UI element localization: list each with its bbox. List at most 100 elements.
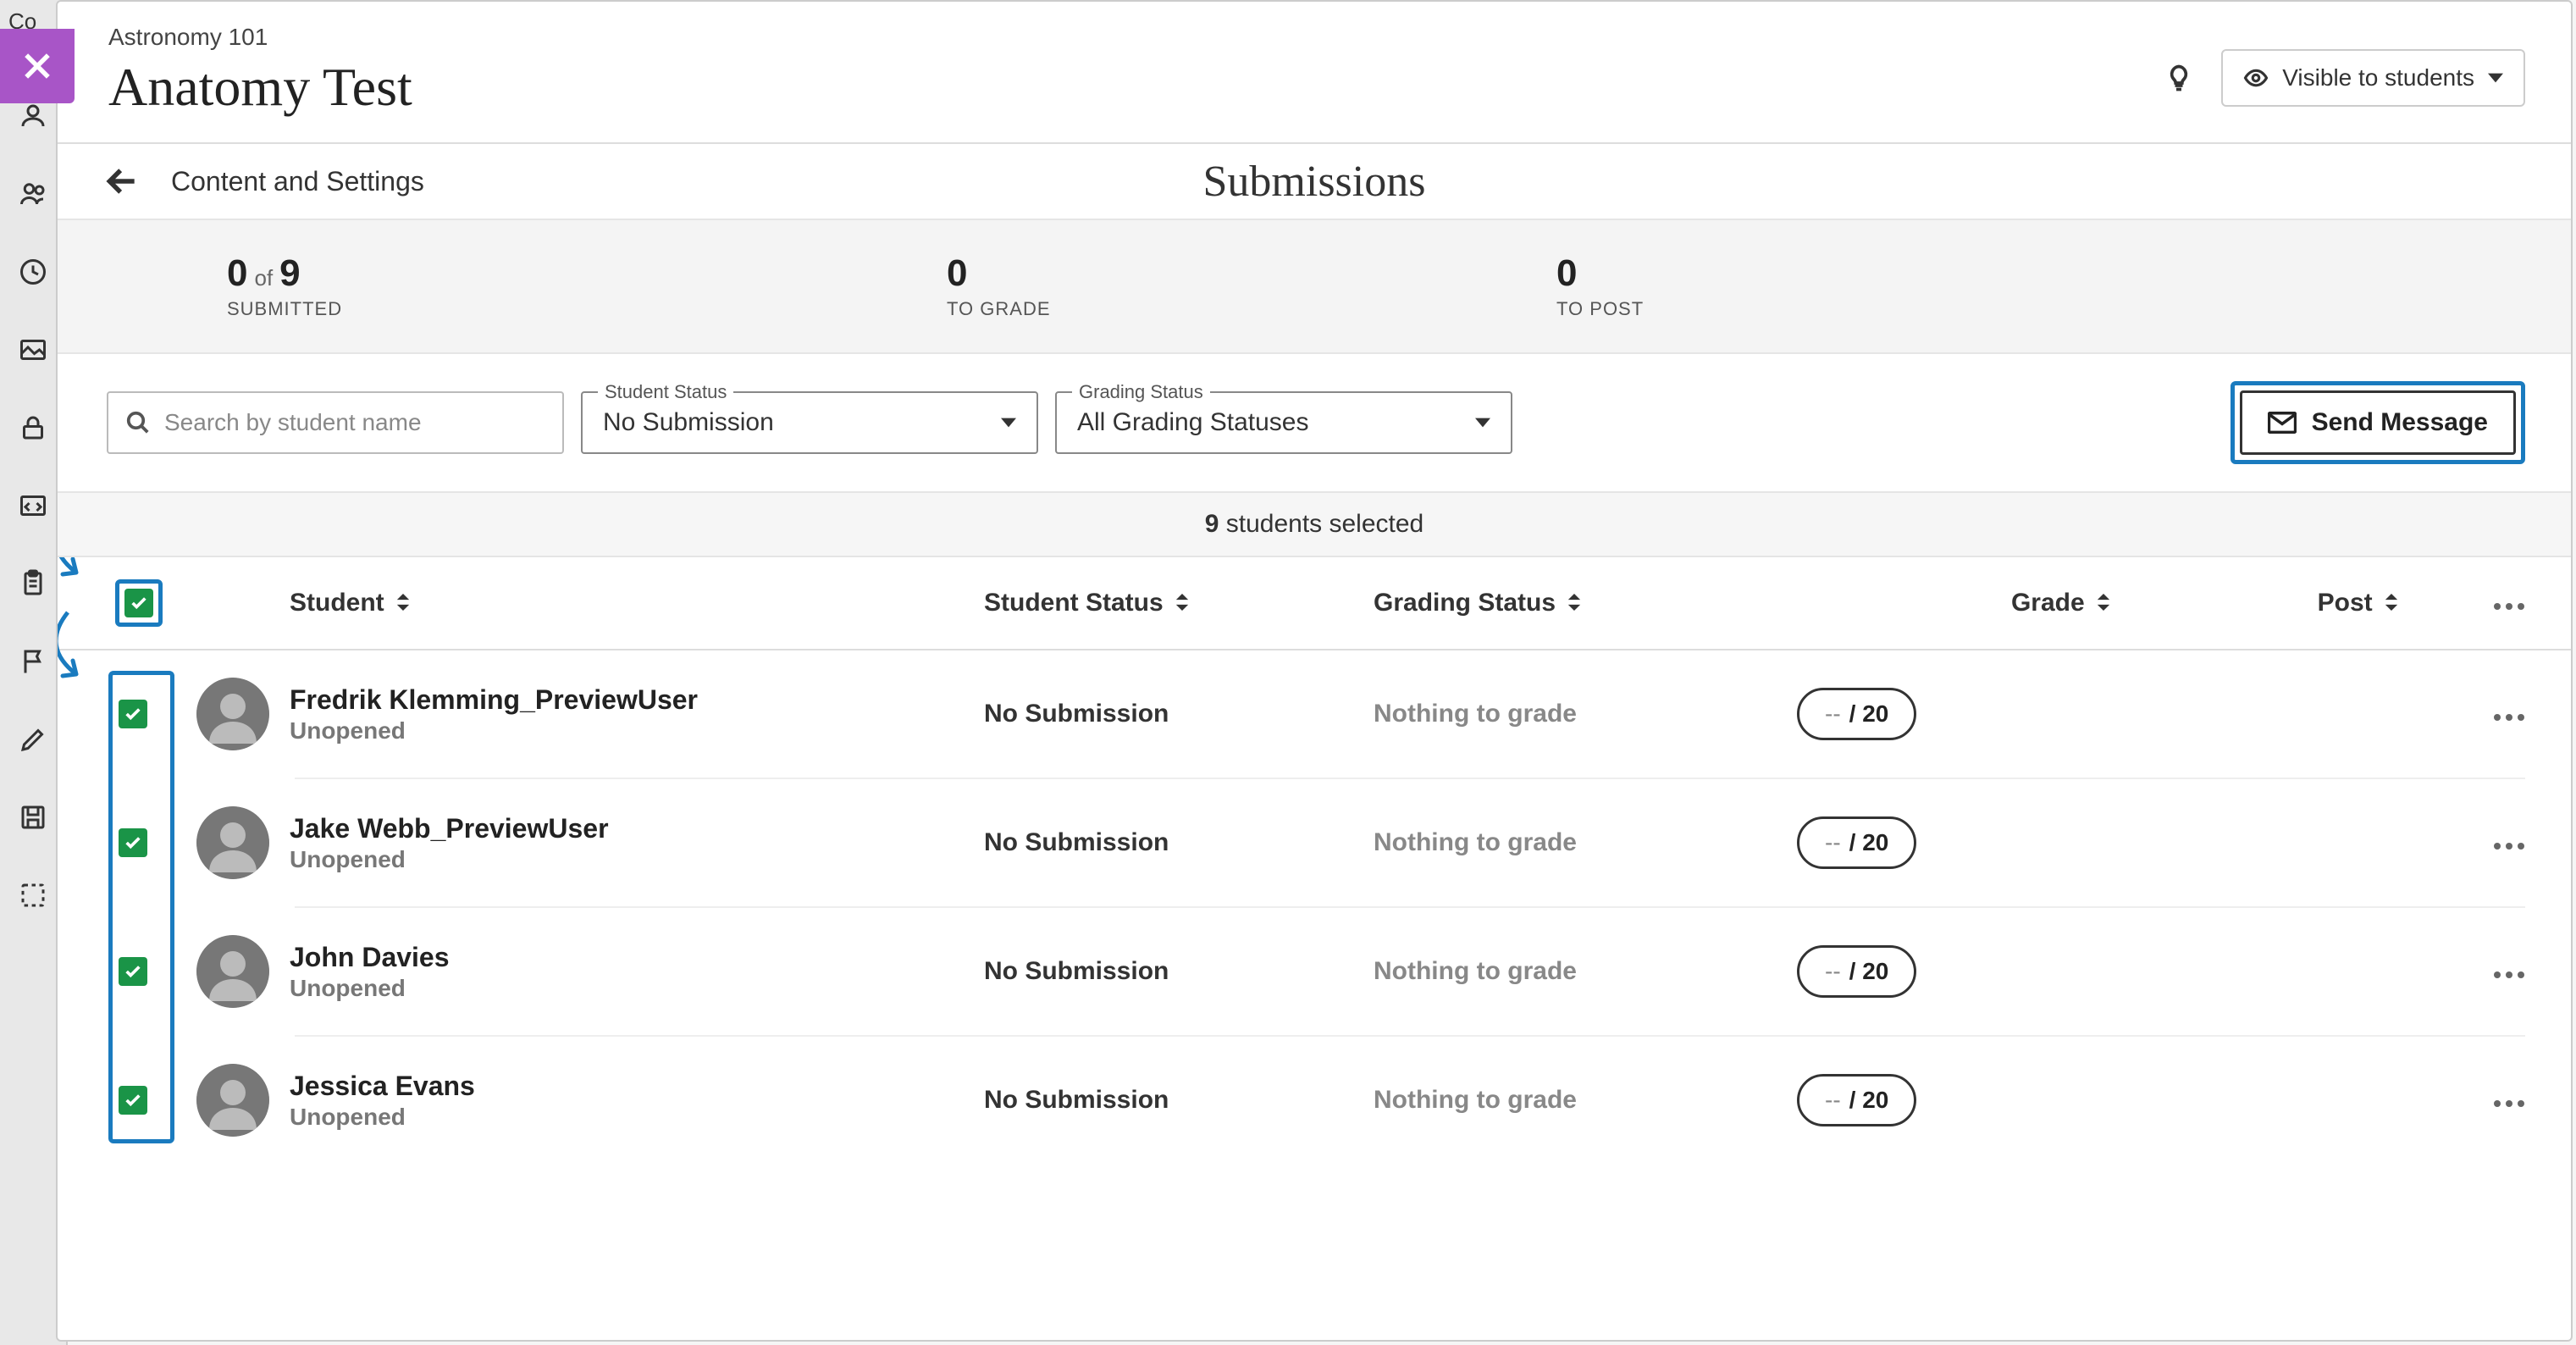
row-more-button[interactable] bbox=[2398, 828, 2525, 857]
clock-icon[interactable] bbox=[16, 255, 50, 289]
dashed-box-icon[interactable] bbox=[16, 878, 50, 912]
image-icon[interactable] bbox=[16, 333, 50, 367]
select-all-highlight bbox=[115, 579, 163, 627]
arrow-left-icon bbox=[103, 163, 141, 200]
sort-icon bbox=[2385, 589, 2398, 617]
flag-icon[interactable] bbox=[16, 645, 50, 678]
student-status: No Submission bbox=[984, 1086, 1374, 1115]
to-grade-label: TO GRADE bbox=[947, 298, 1556, 320]
student-name[interactable]: John Davies bbox=[290, 942, 984, 973]
close-button[interactable] bbox=[0, 29, 75, 103]
col-post-header[interactable]: Post bbox=[2178, 589, 2398, 617]
selected-count: 9 bbox=[1205, 510, 1219, 538]
table-row: Jessica Evans Unopened No Submission Not… bbox=[58, 1037, 2571, 1164]
submitted-label: SUBMITTED bbox=[227, 298, 947, 320]
row-more-button[interactable] bbox=[2398, 1086, 2525, 1115]
code-icon[interactable] bbox=[16, 489, 50, 523]
student-status: No Submission bbox=[984, 700, 1374, 728]
grade-value: -- bbox=[1825, 958, 1841, 985]
grade-value: -- bbox=[1825, 1087, 1841, 1114]
to-post-label: TO POST bbox=[1556, 298, 1644, 320]
student-substatus: Unopened bbox=[290, 846, 984, 873]
save-icon[interactable] bbox=[16, 800, 50, 834]
col-grade-header[interactable]: Grade bbox=[1772, 589, 2178, 617]
col-student-header[interactable]: Student bbox=[290, 589, 984, 617]
grade-pill[interactable]: -- / 20 bbox=[1797, 816, 1916, 869]
page-title: Submissions bbox=[1203, 157, 1426, 207]
student-status: No Submission bbox=[984, 957, 1374, 986]
student-substatus: Unopened bbox=[290, 975, 984, 1002]
student-name[interactable]: Jessica Evans bbox=[290, 1071, 984, 1102]
sort-icon bbox=[396, 589, 410, 617]
table-header-row: Student Student Status Grading Status Gr… bbox=[58, 557, 2571, 650]
avatar bbox=[196, 935, 269, 1008]
student-status-value: No Submission bbox=[603, 408, 1001, 437]
selected-suffix: students selected bbox=[1219, 510, 1423, 538]
eye-icon bbox=[2243, 65, 2269, 91]
course-name: Astronomy 101 bbox=[108, 24, 412, 51]
users-icon[interactable] bbox=[16, 177, 50, 211]
edit-icon[interactable] bbox=[16, 722, 50, 756]
row-more-button[interactable] bbox=[2398, 700, 2525, 728]
selected-bar: 9 students selected bbox=[58, 491, 2571, 557]
check-icon bbox=[130, 594, 148, 612]
table-row: Fredrik Klemming_PreviewUser Unopened No… bbox=[58, 650, 2571, 778]
send-message-highlight: Send Message bbox=[2231, 381, 2525, 464]
student-status: No Submission bbox=[984, 828, 1374, 857]
grade-separator: / 20 bbox=[1849, 958, 1889, 985]
grading-status: Nothing to grade bbox=[1374, 828, 1577, 856]
caret-down-icon bbox=[1001, 415, 1016, 430]
student-status-legend: Student Status bbox=[598, 381, 733, 403]
send-message-button[interactable]: Send Message bbox=[2240, 390, 2516, 455]
submissions-table: Student Student Status Grading Status Gr… bbox=[58, 557, 2571, 1340]
back-label: Content and Settings bbox=[171, 166, 424, 197]
search-icon bbox=[125, 410, 151, 435]
grading-status-legend: Grading Status bbox=[1072, 381, 1210, 403]
col-status-header[interactable]: Student Status bbox=[984, 589, 1374, 617]
to-post-count: 0 bbox=[1556, 252, 1644, 295]
row-more-button[interactable] bbox=[2398, 957, 2525, 986]
stat-to-grade: 0 TO GRADE bbox=[947, 252, 1556, 320]
student-name[interactable]: Fredrik Klemming_PreviewUser bbox=[290, 684, 984, 716]
clipboard-icon[interactable] bbox=[16, 567, 50, 601]
grade-pill[interactable]: -- / 20 bbox=[1797, 688, 1916, 740]
annotation-arrow-2 bbox=[58, 608, 102, 697]
student-status-select[interactable]: Student Status No Submission bbox=[581, 391, 1038, 454]
grading-status: Nothing to grade bbox=[1374, 957, 1577, 985]
search-input[interactable] bbox=[164, 409, 545, 436]
grade-pill[interactable]: -- / 20 bbox=[1797, 945, 1916, 998]
user-icon[interactable] bbox=[16, 99, 50, 133]
visibility-label: Visible to students bbox=[2282, 64, 2474, 91]
visibility-dropdown[interactable]: Visible to students bbox=[2221, 49, 2525, 107]
grade-separator: / 20 bbox=[1849, 1087, 1889, 1114]
annotation-arrow-1 bbox=[58, 557, 102, 595]
grading-status-select[interactable]: Grading Status All Grading Statuses bbox=[1055, 391, 1512, 454]
grading-status: Nothing to grade bbox=[1374, 700, 1577, 728]
table-row: John Davies Unopened No Submission Nothi… bbox=[58, 908, 2571, 1035]
submitted-of: of bbox=[254, 265, 273, 291]
submitted-total: 9 bbox=[279, 252, 300, 295]
col-grading-header[interactable]: Grading Status bbox=[1374, 589, 1772, 617]
avatar bbox=[196, 678, 269, 750]
stats-bar: 0 of 9 SUBMITTED 0 TO GRADE 0 TO POST bbox=[58, 220, 2571, 354]
avatar bbox=[196, 806, 269, 879]
row-checks-highlight bbox=[108, 671, 174, 1143]
grade-value: -- bbox=[1825, 700, 1841, 728]
lightbulb-icon[interactable] bbox=[2164, 63, 2194, 93]
student-substatus: Unopened bbox=[290, 717, 984, 744]
back-link[interactable]: Content and Settings bbox=[103, 163, 424, 200]
sort-icon bbox=[1175, 589, 1189, 617]
sort-icon bbox=[1567, 589, 1581, 617]
grade-pill[interactable]: -- / 20 bbox=[1797, 1074, 1916, 1126]
assessment-title: Anatomy Test bbox=[108, 56, 412, 119]
sort-icon bbox=[2097, 589, 2110, 617]
submissions-panel: Astronomy 101 Anatomy Test Visible to st… bbox=[56, 0, 2573, 1342]
header-more-button[interactable] bbox=[2398, 589, 2525, 617]
search-box[interactable] bbox=[107, 391, 564, 454]
grade-value: -- bbox=[1825, 829, 1841, 856]
grading-status: Nothing to grade bbox=[1374, 1086, 1577, 1114]
student-name[interactable]: Jake Webb_PreviewUser bbox=[290, 813, 984, 844]
grade-separator: / 20 bbox=[1849, 829, 1889, 856]
select-all-checkbox[interactable] bbox=[124, 589, 153, 617]
lock-icon[interactable] bbox=[16, 411, 50, 445]
